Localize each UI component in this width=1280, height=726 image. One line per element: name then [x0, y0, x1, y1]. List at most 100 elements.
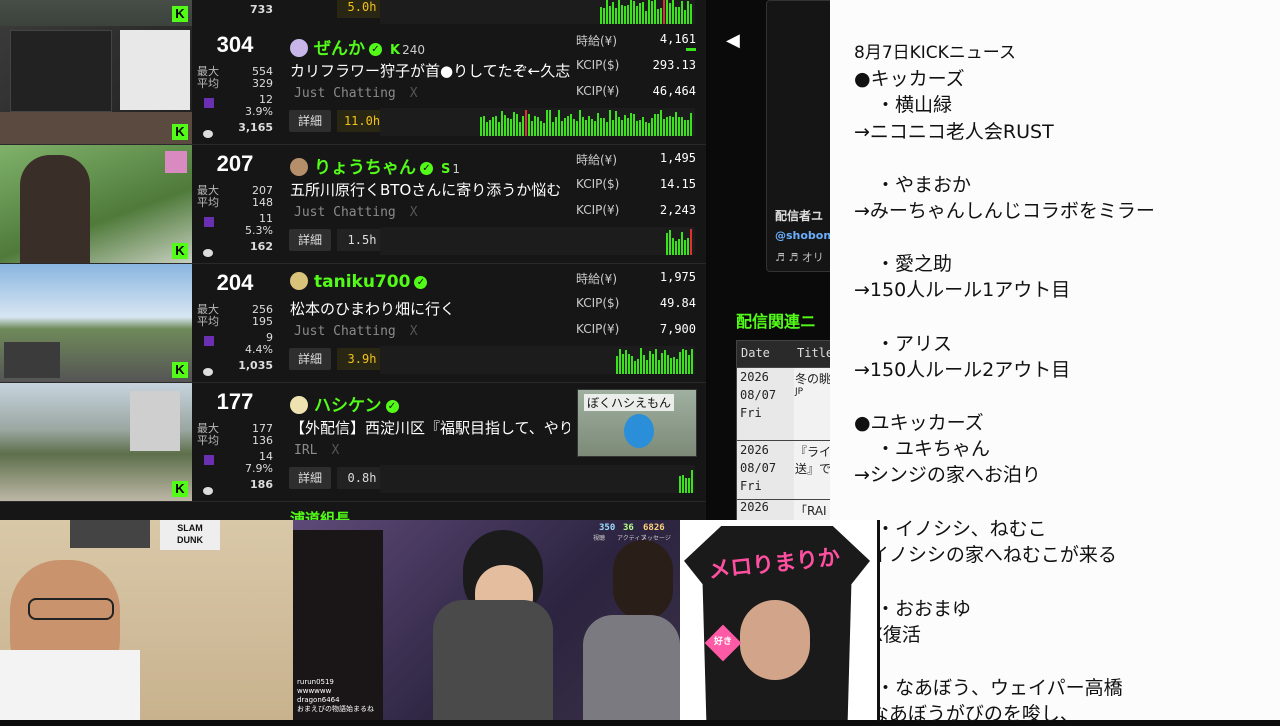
chart-bar [558, 110, 560, 136]
chart-bar [576, 121, 578, 136]
notes-item: →なあぼうがびのを唆し、 [854, 703, 1079, 725]
chart-bar [646, 360, 648, 374]
table-row[interactable]: 2026 08/07 Fri 冬の眺 JP [737, 367, 830, 440]
chart-bar [480, 117, 482, 136]
sub-count: 240 [402, 43, 425, 57]
stream-thumbnail[interactable]: K [0, 383, 192, 501]
chart-bar [670, 358, 672, 374]
chart-bar [678, 239, 680, 255]
chart-bar [634, 361, 636, 374]
chart-bar [627, 5, 629, 24]
table-row[interactable]: 2026 08/07 Fri 『ライ 送』で [737, 440, 830, 499]
chart-bar [594, 121, 596, 136]
streamer-name[interactable]: ぜんか ✓ K 240 [290, 34, 425, 59]
chart-bar [618, 117, 620, 136]
kick-logo-icon: K [172, 124, 188, 140]
detail-button[interactable]: 詳細 [289, 110, 331, 132]
stream-title[interactable]: 【外配信】西淀川区『福駅目指して、やりた [290, 417, 570, 438]
detail-button[interactable]: 詳細 [289, 348, 331, 370]
stream-title[interactable]: 五所川原行くBTOさんに寄り添うか悩む [290, 179, 570, 200]
chart-bar [691, 349, 693, 374]
stream-category[interactable]: IRL X [294, 443, 339, 458]
stream-row-partial[interactable]: K 733 5.0h 15h 10h [0, 0, 706, 27]
chart-bar [678, 117, 680, 136]
stream-thumbnail[interactable]: K [0, 145, 192, 263]
stream-category[interactable]: Just Chatting X [294, 205, 418, 220]
stream-row[interactable]: K 207 最大 207 平均 148 11 5.3% 162 りょうちゃん ✓ S 1 … [0, 145, 706, 264]
viewer-rank: 177 [216, 389, 254, 414]
x-link-icon[interactable]: X [410, 324, 418, 339]
collapse-arrow-icon[interactable]: ◀ [726, 30, 740, 51]
chart-bar [513, 112, 515, 136]
stream-category[interactable]: Just Chatting X [294, 86, 418, 101]
viewer-history-chart [380, 465, 695, 493]
viewer-rank: 207 [216, 151, 254, 176]
streamer-name[interactable]: りょうちゃん ✓ S 1 [290, 153, 460, 178]
stream-title[interactable]: 松本のひまわり畑に行く [290, 298, 570, 319]
product-image[interactable]: メロりまりか 好き [680, 520, 877, 720]
x-link-icon[interactable]: X [410, 205, 418, 220]
chat-icon [203, 368, 213, 376]
chart-bar [621, 120, 623, 136]
streamer-handle-link[interactable]: @shobon [775, 229, 830, 242]
side-panel: ◀ 配信者ユ @shobon ♬ ♬ オリ 配信関連ニ Date Title 2… [706, 0, 830, 520]
viewer-history-chart [380, 0, 695, 24]
chart-bar [603, 118, 605, 136]
stream-thumbnail[interactable]: K [0, 26, 192, 144]
chart-bar [672, 0, 674, 24]
chart-bar [630, 0, 632, 24]
detail-button[interactable]: 詳細 [289, 467, 331, 489]
chart-bar [640, 348, 642, 374]
chart-bar [567, 116, 569, 136]
chart-bar [667, 355, 669, 374]
music-icon: ♬ ♬ オリ [775, 251, 824, 264]
chart-bar [669, 116, 671, 136]
streamer-name[interactable]: 浦道組長 [290, 508, 350, 520]
avatar [290, 39, 308, 57]
chart-bar [624, 6, 626, 24]
webcam-feed-2[interactable]: 350 36 6826 視聴 アクティブ メッセージ rurun0519 wwww… [293, 520, 680, 720]
stream-category[interactable]: Just Chatting X [294, 324, 418, 339]
notes-item: ・愛之助 [876, 253, 953, 275]
chart-bar [619, 349, 621, 374]
chart-bar [618, 0, 620, 24]
detail-button[interactable]: 詳細 [289, 229, 331, 251]
kcip-yen: 7,900 [659, 322, 696, 336]
hourly-yen: 4,161 [659, 32, 696, 46]
stream-row-partial[interactable]: 浦道組長 [0, 502, 706, 520]
chart-bar [597, 113, 599, 136]
x-link-icon[interactable]: X [410, 86, 418, 101]
table-row[interactable]: 2026 「RAI [737, 499, 830, 520]
chart-bar [621, 5, 623, 24]
stream-thumbnail[interactable]: K [0, 264, 192, 382]
stream-row[interactable]: K 177 最大 177 平均 136 14 7.9% 186 ハシケン ✓ 【外配信… [0, 383, 706, 502]
stream-row[interactable]: K 304 最大 554 平均 329 12 3.9% 3,165 ぜんか ✓ K 240… [0, 26, 706, 145]
chart-bar [657, 9, 659, 24]
chart-bar [676, 359, 678, 374]
earnings-panel: 時給(¥) 1,975 KCIP($) 49.84 KCIP(¥) 7,900 [576, 270, 696, 336]
x-link-icon[interactable]: X [331, 443, 339, 458]
webcam-feed-1[interactable]: SLAM DUNK [0, 520, 293, 720]
chart-bar [630, 113, 632, 136]
chart-bar [669, 3, 671, 24]
streamer-name[interactable]: ハシケン ✓ [290, 391, 399, 416]
news-table: Date Title 2026 08/07 Fri 冬の眺 JP 2026 08/07 F… [736, 340, 830, 520]
stream-preview-image[interactable]: ぼくハシえもん [577, 389, 697, 457]
kcip-usd: 14.15 [659, 177, 696, 191]
chart-bar [645, 122, 647, 136]
chat-icon [203, 130, 213, 138]
chart-bar [600, 118, 602, 136]
chart-bar [682, 349, 684, 374]
chart-bar [570, 114, 572, 136]
notes-item: →150人ルール1アウト目 [854, 279, 1071, 301]
stream-title[interactable]: カリフラワー狩子が首●りしてたぞ←久志 [290, 60, 570, 81]
stream-thumbnail[interactable]: K [0, 0, 192, 26]
chart-bar [549, 110, 551, 136]
stream-row[interactable]: K 204 最大 256 平均 195 9 4.4% 1,035 taniku700… [0, 264, 706, 383]
streamer-name[interactable]: taniku700 ✓ [290, 272, 428, 292]
chart-bar [625, 350, 627, 374]
chart-bar [489, 120, 491, 136]
chart-bar [603, 8, 605, 24]
chart-bar [639, 3, 641, 24]
chart-bar [663, 0, 665, 24]
